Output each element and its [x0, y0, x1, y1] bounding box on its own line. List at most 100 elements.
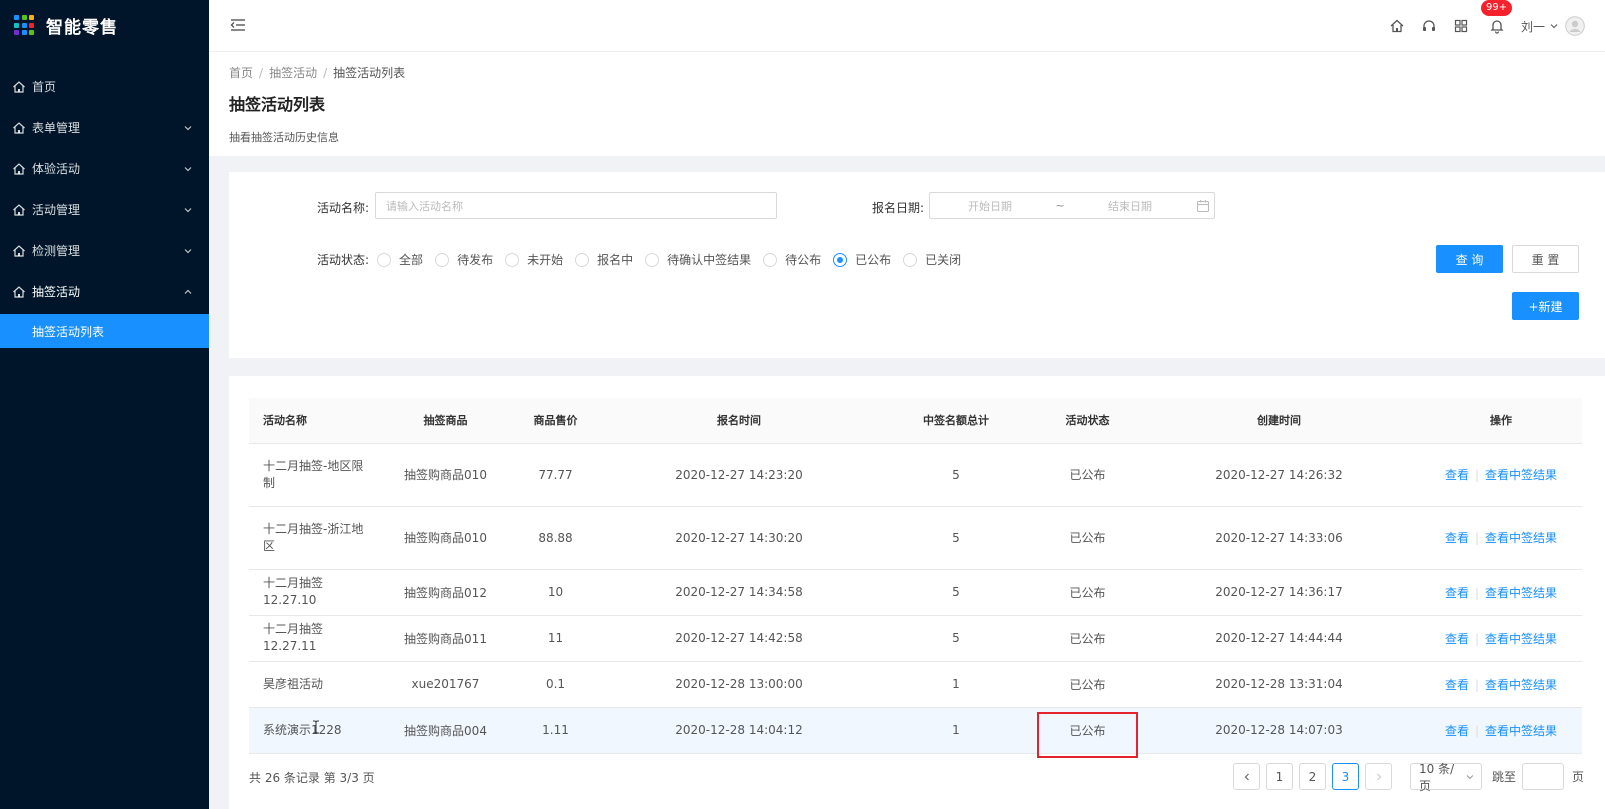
radio-circle — [505, 252, 520, 267]
view-result-link[interactable]: 查看中签结果 — [1485, 678, 1557, 692]
start-date-input[interactable]: 开始日期 — [930, 198, 1050, 214]
end-date-input[interactable]: 结束日期 — [1070, 198, 1190, 214]
column-header-5: 活动状态 — [1037, 398, 1138, 444]
activity-name: 十二月抽签12.27.11 — [263, 622, 324, 653]
query-button[interactable]: 查 询 — [1436, 245, 1503, 273]
radio-circle — [377, 252, 392, 267]
page-3-button[interactable]: 3 — [1332, 763, 1359, 790]
apps-grid-icon — [14, 15, 34, 35]
breadcrumb: 首页 / 抽签活动 / 抽签活动列表 — [229, 66, 406, 80]
menu-fold-icon[interactable] — [229, 16, 247, 34]
action-divider: | — [1474, 585, 1480, 600]
status-radio-2[interactable]: 未开始 — [505, 251, 563, 268]
chevron-down-icon[interactable] — [1549, 21, 1559, 31]
view-result-link[interactable]: 查看中签结果 — [1485, 632, 1557, 646]
cell-price: 10 — [508, 569, 603, 616]
column-header-7: 操作 — [1420, 398, 1582, 444]
cell-signup-time: 2020-12-27 14:23:20 — [603, 443, 875, 507]
chevron-left-icon — [1244, 773, 1249, 780]
action-divider: | — [1474, 723, 1480, 738]
calendar-icon — [1196, 199, 1210, 213]
page-2-button[interactable]: 2 — [1299, 763, 1326, 790]
cell-name: 十二月抽签12.27.11 — [249, 615, 383, 662]
cell-status: 已公布 — [1037, 569, 1138, 616]
activity-name-label: 活动名称: — [317, 201, 370, 215]
view-link[interactable]: 查看 — [1445, 632, 1469, 646]
next-page-button[interactable] — [1365, 763, 1392, 790]
prev-page-button[interactable] — [1233, 763, 1260, 790]
view-link[interactable]: 查看 — [1445, 724, 1469, 738]
highlight-box — [1037, 711, 1138, 758]
activity-name: 昊彦祖活动 — [263, 676, 324, 691]
home-icon — [12, 285, 26, 299]
cell-price: 11 — [508, 615, 603, 662]
date-range-separator: ~ — [1055, 199, 1065, 212]
cell-name: 十二月抽签12.27.10 — [249, 569, 383, 616]
avatar[interactable] — [1565, 16, 1585, 36]
cell-quota: 1 — [875, 661, 1037, 708]
new-activity-button[interactable]: +新建 — [1512, 292, 1579, 320]
jump-page-input[interactable] — [1522, 763, 1565, 790]
radio-label: 待发布 — [457, 253, 494, 267]
radio-label: 待确认中签结果 — [667, 253, 752, 267]
cell-signup-time: 2020-12-27 14:30:20 — [603, 506, 875, 570]
page-size-select[interactable]: 10 条/页 — [1410, 762, 1482, 793]
cell-actions: 查看 | 查看中签结果 — [1420, 569, 1582, 616]
table-row: 十二月抽签-地区限制 抽签购商品010 77.77 2020-12-27 14:23:… — [249, 443, 1582, 507]
sidebar-item-2[interactable]: 体验活动 — [0, 148, 209, 189]
table-row: 十二月抽签-浙江地区 抽签购商品010 88.88 2020-12-27 14:30:… — [249, 506, 1582, 570]
sidebar-subitem-lottery-list[interactable]: 抽签活动列表 — [0, 314, 209, 348]
view-link[interactable]: 查看 — [1445, 586, 1469, 600]
status-radio-1[interactable]: 待发布 — [435, 251, 493, 268]
page-1-button[interactable]: 1 — [1266, 763, 1293, 790]
view-link[interactable]: 查看 — [1445, 678, 1469, 692]
activity-name-input[interactable]: 请输入活动名称 — [375, 192, 777, 219]
home-icon — [12, 244, 26, 258]
table-header-row: 活动名称 抽签商品 商品售价 报名时间 中签名额总计 活动状态 创建时间 操作 — [249, 398, 1582, 444]
view-result-link[interactable]: 查看中签结果 — [1485, 468, 1557, 482]
home-icon[interactable] — [1389, 18, 1405, 34]
sidebar-item-0[interactable]: 首页 — [0, 66, 209, 107]
notification-bell-icon[interactable]: 99+ — [1480, 0, 1513, 34]
status-label: 活动状态: — [317, 253, 370, 267]
chevron-down-icon — [183, 123, 193, 133]
headset-icon[interactable] — [1421, 18, 1437, 34]
status-radio-5[interactable]: 待公布 — [763, 251, 821, 268]
status-radio-7[interactable]: 已关闭 — [903, 251, 961, 268]
breadcrumb-home[interactable]: 首页 — [229, 66, 253, 80]
appstore-icon[interactable] — [1453, 18, 1469, 34]
breadcrumb-lottery[interactable]: 抽签活动 — [269, 66, 317, 80]
sidebar-item-label: 抽签活动 — [32, 285, 81, 299]
view-result-link[interactable]: 查看中签结果 — [1485, 531, 1557, 545]
view-result-link[interactable]: 查看中签结果 — [1485, 724, 1557, 738]
status-radio-0[interactable]: 全部 — [377, 251, 423, 268]
status-radio-6[interactable]: 已公布 — [833, 251, 891, 268]
signup-date-range[interactable]: 开始日期 ~ 结束日期 — [929, 192, 1215, 219]
radio-label: 全部 — [399, 253, 424, 267]
sidebar-item-label: 表单管理 — [32, 121, 81, 135]
sidebar-item-4[interactable]: 检测管理 — [0, 230, 209, 271]
view-result-link[interactable]: 查看中签结果 — [1485, 586, 1557, 600]
sidebar-item-1[interactable]: 表单管理 — [0, 107, 209, 148]
reset-button[interactable]: 重 置 — [1512, 245, 1579, 273]
sidebar-item-5[interactable]: 抽签活动 — [0, 271, 209, 312]
pagination-total: 共 26 条记录 第 3/3 页 — [249, 771, 375, 785]
cell-quota: 5 — [875, 569, 1037, 616]
cell-quota: 5 — [875, 443, 1037, 507]
cell-created: 2020-12-28 13:31:04 — [1138, 661, 1420, 708]
view-link[interactable]: 查看 — [1445, 468, 1469, 482]
filter-panel: 活动名称: 请输入活动名称 报名日期: 开始日期 ~ 结束日期 活动状态: 全部… — [229, 172, 1605, 358]
sidebar: 智能零售 首页 表单管理 体验活动 活动管理 检测管理 抽签活动 抽签活动列表 — [0, 0, 209, 809]
column-header-4: 中签名额总计 — [875, 398, 1037, 444]
radio-label: 待公布 — [785, 253, 822, 267]
view-link[interactable]: 查看 — [1445, 531, 1469, 545]
table-row: 昊彦祖活动 xue201767 0.1 2020-12-28 13:00:00 1 已公布… — [249, 661, 1582, 708]
status-radio-3[interactable]: 报名中 — [575, 251, 633, 268]
jump-suffix: 页 — [1572, 770, 1585, 784]
cell-signup-time: 2020-12-28 13:00:00 — [603, 661, 875, 708]
sidebar-item-3[interactable]: 活动管理 — [0, 189, 209, 230]
cell-product: 抽签购商品012 — [383, 569, 508, 616]
user-name[interactable]: 刘一 — [1521, 18, 1545, 35]
status-radio-4[interactable]: 待确认中签结果 — [645, 251, 751, 268]
column-header-0: 活动名称 — [249, 398, 383, 444]
